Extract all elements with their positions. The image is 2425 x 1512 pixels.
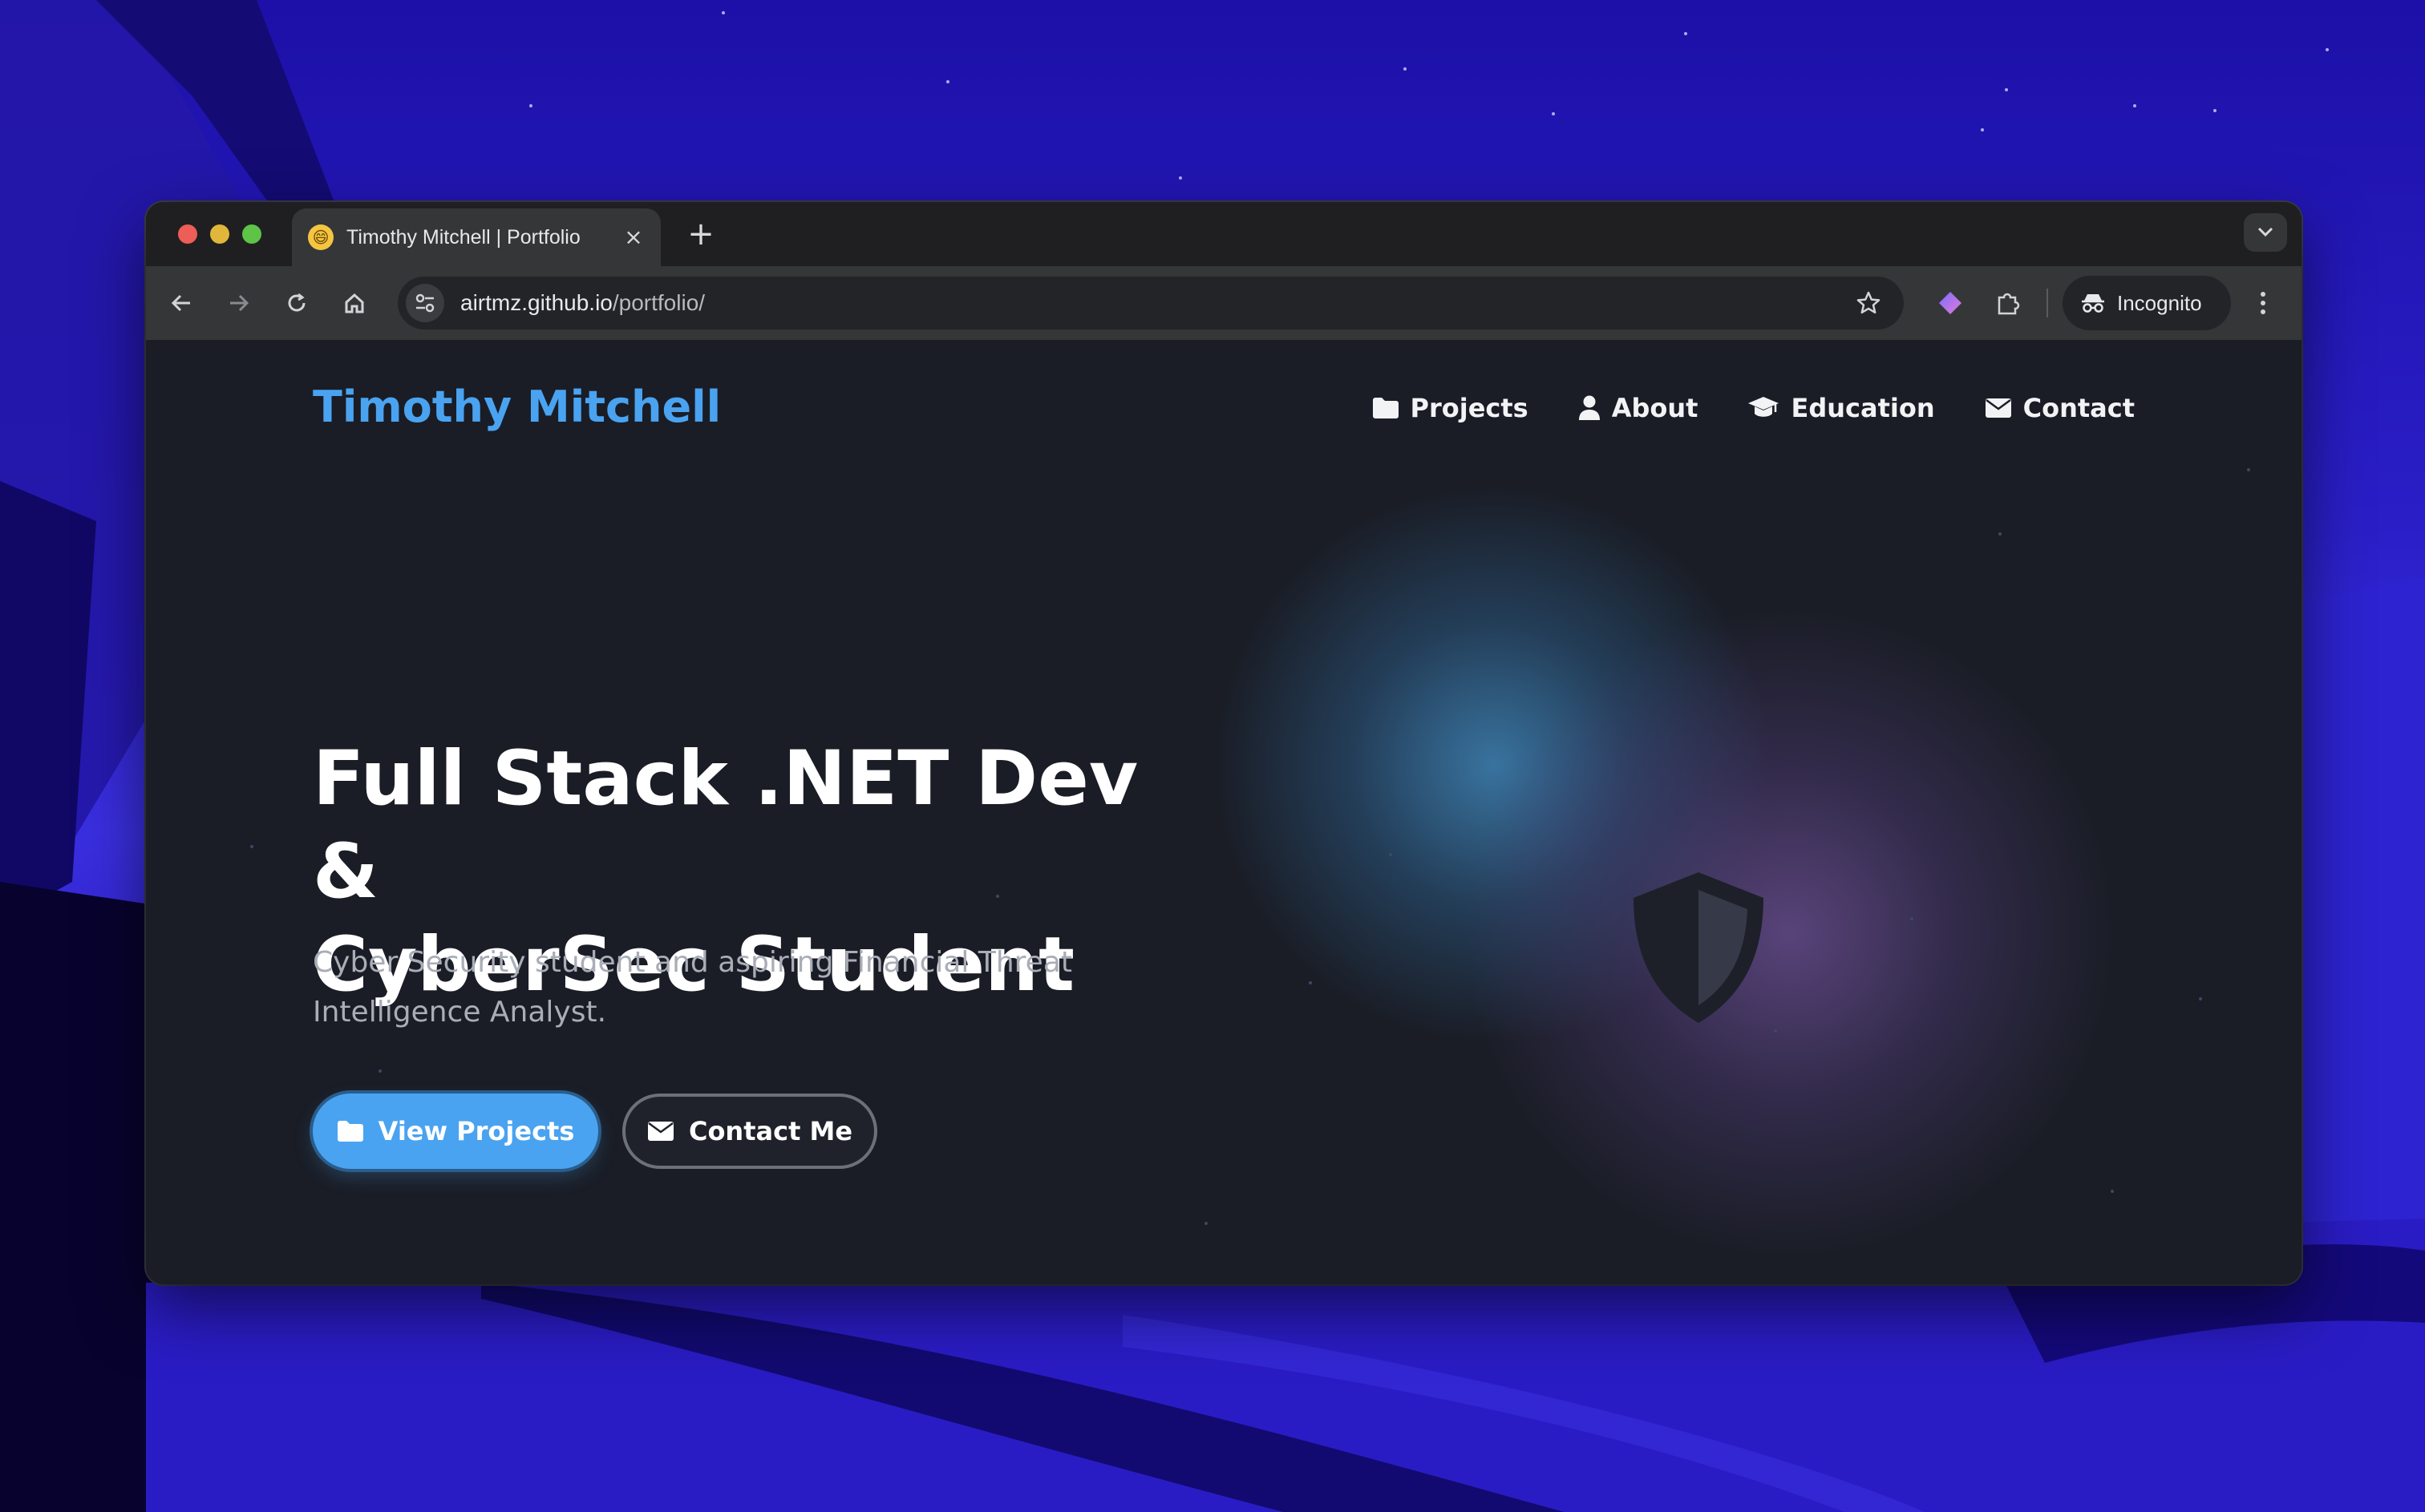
hero-subtitle-line1: Cyber Security student and aspiring Fina… <box>313 946 1073 979</box>
incognito-icon <box>2082 294 2104 313</box>
chevron-down-icon <box>2257 227 2273 237</box>
hero-glow-purple <box>1461 604 2119 1262</box>
browser-toolbar: airtmz.github.io/portfolio/ Incognito <box>146 266 2302 340</box>
envelope-icon <box>647 1122 674 1141</box>
home-icon <box>345 293 364 313</box>
envelope-icon <box>1985 398 2011 418</box>
home-button[interactable] <box>335 284 374 322</box>
close-window-button[interactable] <box>178 224 197 244</box>
nav-item-contact[interactable]: Contact <box>1985 393 2135 423</box>
gem-extension-icon <box>1939 292 1961 314</box>
browser-menu-button[interactable] <box>2244 284 2282 322</box>
url-path: /portfolio/ <box>612 290 706 315</box>
back-button[interactable] <box>162 284 200 322</box>
nav-label-about: About <box>1611 393 1698 423</box>
incognito-badge[interactable]: Incognito <box>2063 276 2231 330</box>
reload-icon <box>288 293 306 312</box>
reload-button[interactable] <box>277 284 316 322</box>
nav-label-contact: Contact <box>2022 393 2135 423</box>
url-host: airtmz.github.io <box>460 290 613 315</box>
tune-icon <box>415 293 435 313</box>
graduation-cap-icon <box>1748 397 1779 417</box>
minimize-window-button[interactable] <box>210 224 229 244</box>
contact-me-button[interactable]: Contact Me <box>622 1094 877 1169</box>
folder-icon <box>337 1121 363 1142</box>
incognito-label: Incognito <box>2117 290 2202 315</box>
zoom-window-button[interactable] <box>242 224 261 244</box>
nav-item-about[interactable]: About <box>1578 393 1698 423</box>
tab-search-button[interactable] <box>2244 213 2287 252</box>
bookmark-button[interactable] <box>1849 284 1888 322</box>
extensions-menu-button[interactable] <box>1989 284 2027 322</box>
nav-item-education[interactable]: Education <box>1747 393 1935 423</box>
page-viewport: Timothy Mitchell Projects About Educatio… <box>146 340 2302 1284</box>
toolbar-divider <box>2046 289 2048 317</box>
view-projects-button[interactable]: View Projects <box>313 1094 598 1169</box>
more-vert-icon <box>2261 292 2265 314</box>
site-nav: Projects About Education Contact <box>1322 393 2135 423</box>
nav-label-projects: Projects <box>1410 393 1528 423</box>
tab-favicon-icon: 😄 <box>308 224 334 250</box>
browser-window: 😄 Timothy Mitchell | Portfolio × + airtm… <box>146 202 2302 1284</box>
star-icon <box>1856 291 1880 314</box>
puzzle-icon <box>1998 293 2020 315</box>
tab-strip: 😄 Timothy Mitchell | Portfolio × + <box>146 202 2302 266</box>
browser-tab[interactable]: 😄 Timothy Mitchell | Portfolio × <box>292 208 661 266</box>
hero-subtitle-line2: Intelligence Analyst. <box>313 996 607 1029</box>
user-icon <box>1578 395 1600 420</box>
shield-icon <box>1634 872 1763 1023</box>
extension-button[interactable] <box>1931 284 1970 322</box>
view-projects-label: View Projects <box>378 1116 575 1146</box>
site-brand[interactable]: Timothy Mitchell <box>313 382 721 432</box>
arrow-left-icon <box>171 294 190 312</box>
site-info-button[interactable] <box>406 284 444 322</box>
hero-title-line1: Full Stack .NET Dev & <box>313 735 1139 916</box>
new-tab-button[interactable]: + <box>683 216 719 252</box>
folder-icon <box>1372 398 1399 418</box>
arrow-right-icon <box>230 294 249 312</box>
address-bar[interactable]: airtmz.github.io/portfolio/ <box>398 277 1904 329</box>
nav-item-projects[interactable]: Projects <box>1372 393 1528 423</box>
tab-title: Timothy Mitchell | Portfolio <box>346 225 581 249</box>
nav-label-education: Education <box>1791 393 1935 423</box>
close-tab-icon[interactable]: × <box>621 224 646 250</box>
contact-me-label: Contact Me <box>688 1116 853 1146</box>
forward-button[interactable] <box>220 284 258 322</box>
hero-subtitle: Cyber Security student and aspiring Fina… <box>313 938 1115 1037</box>
url-text: airtmz.github.io/portfolio/ <box>460 277 705 329</box>
